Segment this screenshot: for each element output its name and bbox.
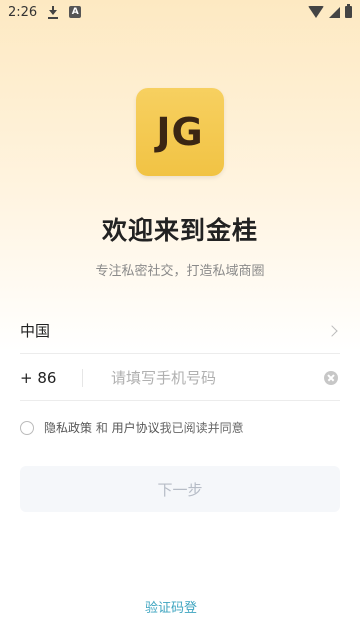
clear-icon[interactable] xyxy=(324,370,338,385)
a-badge-icon: A xyxy=(69,6,82,18)
chevron-right-icon xyxy=(326,324,338,337)
agreement-and: 和 xyxy=(92,421,112,435)
privacy-policy-link[interactable]: 隐私政策 xyxy=(44,419,92,436)
page-subtitle: 专注私密社交，打造私域商圈 xyxy=(95,264,265,279)
app-logo: JG xyxy=(136,88,224,176)
phone-input[interactable] xyxy=(111,368,324,387)
user-agreement-link[interactable]: 用户协议 xyxy=(112,419,160,436)
country-selector[interactable]: 中国 xyxy=(20,308,340,354)
agreement-row: 隐私政策 和 用户协议 我已阅读并同意 xyxy=(20,419,244,436)
code-login-link[interactable]: 验证码登 xyxy=(145,597,197,616)
status-left: 2:26 A xyxy=(8,4,82,20)
divider xyxy=(82,368,83,387)
agree-checkbox[interactable] xyxy=(20,420,34,435)
phone-row: + 86 xyxy=(20,355,340,401)
wifi-icon xyxy=(308,6,324,18)
download-icon xyxy=(47,5,59,19)
signal-icon xyxy=(329,6,340,18)
dial-code[interactable]: + 86 xyxy=(20,369,82,387)
status-time: 2:26 xyxy=(8,4,38,20)
logo-text: JG xyxy=(156,110,204,154)
country-label: 中国 xyxy=(20,322,51,340)
page-title: 欢迎来到金桂 xyxy=(101,216,258,245)
next-button[interactable]: 下一步 xyxy=(20,466,340,512)
status-right xyxy=(308,4,352,18)
agreement-suffix: 我已阅读并同意 xyxy=(159,421,244,435)
status-bar: 2:26 A xyxy=(0,0,360,24)
battery-icon xyxy=(345,4,352,18)
